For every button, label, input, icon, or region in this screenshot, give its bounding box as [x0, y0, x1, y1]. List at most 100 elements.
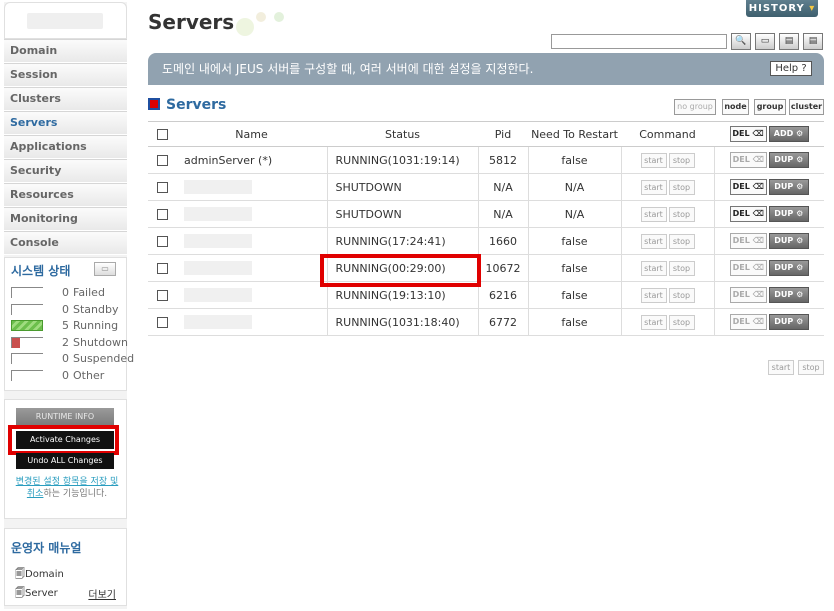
search-icon[interactable]: 🔍 — [731, 33, 751, 50]
sidebar-item-console[interactable]: Console — [4, 231, 127, 255]
start-button[interactable]: start — [640, 260, 667, 276]
status-count: 0 — [62, 352, 69, 365]
folder-icon[interactable]: ▭ — [755, 33, 775, 50]
sidebar-item-security[interactable]: Security — [4, 159, 127, 183]
search-input[interactable] — [551, 34, 727, 49]
help-button[interactable]: Help ? — [770, 61, 812, 76]
manual-link-server[interactable]: 🗐Server — [15, 586, 58, 603]
server-name[interactable] — [176, 200, 328, 228]
row-checkbox[interactable] — [156, 263, 168, 274]
stop-button[interactable]: stop — [668, 287, 695, 303]
status-row-shutdown: 2 Shutdown — [11, 335, 128, 351]
runtime-info-button[interactable]: RUNTIME INFO — [16, 408, 114, 426]
row-checkbox[interactable] — [156, 236, 168, 247]
sidebar-item-servers[interactable]: Servers — [4, 111, 127, 135]
manual-link-domain[interactable]: 🗐Domain — [15, 567, 64, 584]
cluster-button[interactable]: cluster — [789, 99, 824, 115]
xml-export-icon[interactable]: ▤ — [779, 33, 799, 50]
stop-selected-button[interactable]: stop — [798, 360, 824, 375]
server-name[interactable] — [176, 308, 328, 336]
start-button[interactable]: start — [640, 233, 667, 249]
del-button[interactable]: DEL ⌫ — [729, 152, 767, 168]
start-button[interactable]: start — [640, 206, 667, 222]
del-button[interactable]: DEL ⌫ — [729, 314, 767, 330]
monitor-icon[interactable]: ▭ — [94, 262, 116, 276]
start-button[interactable]: start — [640, 314, 667, 330]
row-checkbox[interactable] — [156, 155, 168, 166]
del-all-button[interactable]: DEL ⌫ — [729, 126, 767, 142]
xml-import-icon[interactable]: ▤ — [803, 33, 823, 50]
server-name[interactable] — [176, 173, 328, 201]
dup-button[interactable]: DUP ⚙ — [768, 179, 809, 195]
status-bar — [11, 337, 43, 348]
start-button[interactable]: start — [640, 287, 667, 303]
highlight-box — [320, 254, 481, 287]
del-button[interactable]: DEL ⌫ — [729, 179, 767, 195]
stop-button[interactable]: stop — [668, 233, 695, 249]
row-checkbox[interactable] — [156, 209, 168, 220]
more-link[interactable]: 더보기 — [88, 586, 116, 601]
del-button[interactable]: DEL ⌫ — [729, 206, 767, 222]
dup-button[interactable]: DUP ⚙ — [768, 314, 809, 330]
server-name[interactable] — [176, 254, 328, 282]
status-count: 0 — [62, 369, 69, 382]
description-text: 도메인 내에서 JEUS 서버를 구성할 때, 여러 서버에 대한 설정을 지정… — [162, 62, 534, 76]
server-name[interactable]: adminServer (*) — [176, 146, 328, 174]
dup-button[interactable]: DUP ⚙ — [768, 152, 809, 168]
server-status: RUNNING(17:24:41) — [327, 227, 479, 255]
dup-button[interactable]: DUP ⚙ — [768, 233, 809, 249]
sidebar-item-applications[interactable]: Applications — [4, 135, 127, 159]
start-button[interactable]: start — [640, 152, 667, 168]
server-pid: 1660 — [478, 227, 529, 255]
server-name[interactable] — [176, 281, 328, 309]
logo — [4, 2, 127, 39]
sidebar-item-domain[interactable]: Domain — [4, 39, 127, 63]
no-group-button[interactable]: no group — [674, 99, 716, 115]
select-all-checkbox[interactable] — [156, 129, 168, 140]
question-icon: ? — [801, 63, 807, 74]
stop-button[interactable]: stop — [668, 179, 695, 195]
undo-all-changes-button[interactable]: Undo ALL Changes — [16, 453, 114, 469]
group-button[interactable]: group — [754, 99, 786, 115]
column-pid: Pid — [478, 121, 528, 147]
server-name[interactable] — [176, 227, 328, 255]
del-button[interactable]: DEL ⌫ — [729, 287, 767, 303]
node-button[interactable]: node — [722, 99, 749, 115]
server-pid: 10672 — [478, 254, 529, 282]
chevron-down-icon: ▾ — [809, 3, 816, 14]
history-button[interactable]: HISTORY ▾ — [746, 0, 818, 17]
stop-button[interactable]: stop — [668, 314, 695, 330]
blurred-name — [184, 234, 252, 248]
section-title-text: Servers — [166, 97, 227, 113]
sidebar-item-monitoring[interactable]: Monitoring — [4, 207, 127, 231]
row-checkbox[interactable] — [156, 317, 168, 328]
start-selected-button[interactable]: start — [768, 360, 794, 375]
column-name: Name — [176, 121, 327, 147]
server-pid: N/A — [478, 173, 529, 201]
status-bar — [11, 320, 43, 331]
stop-button[interactable]: stop — [668, 152, 695, 168]
dup-button[interactable]: DUP ⚙ — [768, 287, 809, 303]
servers-table: Name Status Pid Need To Restart Command … — [148, 121, 824, 336]
add-server-button[interactable]: ADD ⚙ — [768, 126, 809, 142]
start-button[interactable]: start — [640, 179, 667, 195]
dup-button[interactable]: DUP ⚙ — [768, 260, 809, 276]
table-row: RUNNING(1031:18:40) 6772 false start stop… — [148, 308, 824, 336]
table-header: Name Status Pid Need To Restart Command … — [148, 121, 824, 147]
del-button[interactable]: DEL ⌫ — [729, 233, 767, 249]
stop-button[interactable]: stop — [668, 260, 695, 276]
sidebar-item-session[interactable]: Session — [4, 63, 127, 87]
status-bar — [11, 304, 43, 315]
status-count: 5 — [62, 319, 69, 332]
status-bar — [11, 353, 43, 364]
status-row-running: 5 Running — [11, 318, 123, 334]
sidebar-item-resources[interactable]: Resources — [4, 183, 127, 207]
del-button[interactable]: DEL ⌫ — [729, 260, 767, 276]
stop-button[interactable]: stop — [668, 206, 695, 222]
dup-button[interactable]: DUP ⚙ — [768, 206, 809, 222]
document-icon: 🗐 — [15, 569, 25, 580]
row-checkbox[interactable] — [156, 182, 168, 193]
row-checkbox[interactable] — [156, 290, 168, 301]
table-row: RUNNING(00:29:00) 10672 false start stop … — [148, 254, 824, 282]
sidebar-item-clusters[interactable]: Clusters — [4, 87, 127, 111]
